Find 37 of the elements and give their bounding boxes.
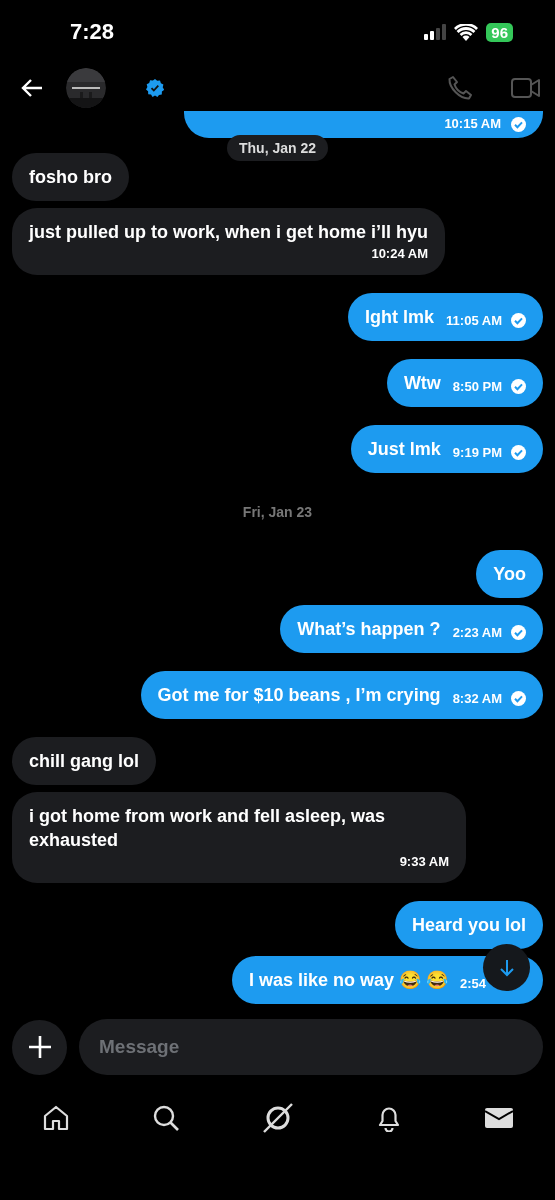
message-time: 8:32 AM [452, 691, 502, 706]
message-text: just pulled up to work, when i get home i’ll hyu [29, 222, 428, 242]
message-text: Got me for $10 beans , I’m crying [157, 685, 441, 705]
search-icon[interactable] [152, 1104, 181, 1132]
date-label: Thu, Jan 22 [227, 135, 328, 161]
message-time: 11:05 AM [446, 313, 502, 328]
message-time: 10:24 AM [371, 245, 428, 263]
message-time: 10:15 AM [444, 115, 501, 133]
signal-icon [424, 24, 447, 40]
plus-icon [27, 1035, 52, 1059]
message-text: Just lmk [367, 439, 441, 459]
message-text: Wtw [403, 373, 441, 393]
message-field[interactable]: Message [79, 1019, 543, 1075]
message-text: Yoo [493, 564, 526, 584]
phone-icon[interactable] [447, 74, 473, 101]
message-text: Heard you lol [411, 915, 526, 935]
wifi-icon [454, 23, 479, 41]
video-camera-icon[interactable] [511, 76, 541, 99]
back-arrow-icon[interactable] [20, 77, 44, 98]
message-time: 9:33 AM [399, 853, 449, 871]
message-time: 2:54 [459, 976, 486, 991]
message-time: 9:19 PM [452, 445, 502, 460]
home-icon[interactable] [42, 1104, 70, 1132]
message-text: chill gang lol [29, 751, 139, 771]
message-text: fosho bro [29, 167, 112, 187]
message-time: 2:23 AM [452, 625, 502, 640]
message-text: I was like no way 😂 😂 [248, 970, 448, 990]
date-label: Fri, Jan 23 [242, 504, 313, 521]
battery-level: 96 [486, 22, 513, 42]
message-time: 8:50 PM [452, 379, 502, 394]
arrow-down-icon [498, 958, 515, 977]
message-text: i got home from work and fell asleep, was exhausted [29, 806, 386, 850]
mail-icon[interactable] [485, 1106, 513, 1130]
status-time: 7:28 [70, 19, 115, 45]
message-text: Ight lmk [365, 307, 435, 327]
slashed-circle-icon[interactable] [262, 1103, 293, 1133]
message-text: What’s happen ? [297, 619, 441, 639]
